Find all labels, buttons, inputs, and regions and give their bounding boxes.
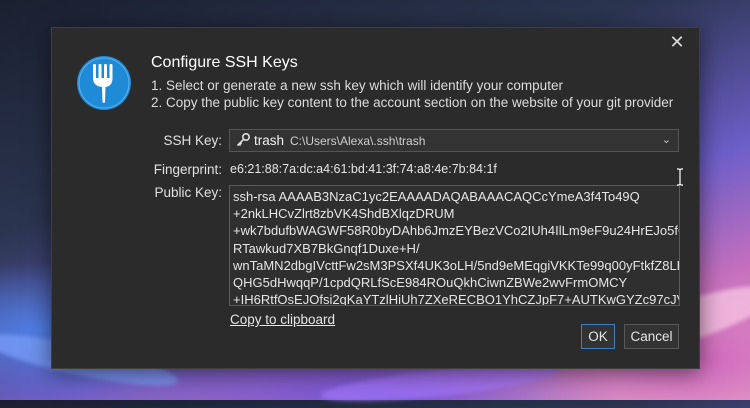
ssh-key-path: C:\Users\Alexa\.ssh\trash bbox=[290, 134, 426, 148]
instruction-step-2: 2. Copy the public key content to the ac… bbox=[151, 95, 674, 110]
public-key-line: +wk7bdufbWAGWF58R0byDAhb6JmzEYBezVCo2IUh… bbox=[233, 223, 680, 239]
instruction-step-1: 1. Select or generate a new ssh key whic… bbox=[151, 78, 563, 93]
public-key-textarea[interactable]: ssh-rsa AAAAB3NzaC1yc2EAAAADAQABAAACAQCc… bbox=[229, 185, 680, 306]
dialog-title: Configure SSH Keys bbox=[151, 54, 298, 71]
chevron-down-icon: ⌄ bbox=[661, 134, 671, 146]
fingerprint-value: e6:21:88:7a:dc:a4:61:bd:41:3f:74:a8:4e:7… bbox=[230, 162, 497, 176]
fingerprint-label: Fingerprint: bbox=[153, 162, 222, 177]
public-key-line: ssh-rsa AAAAB3NzaC1yc2EAAAADAQABAAACAQCc… bbox=[233, 189, 640, 204]
copy-to-clipboard-link[interactable]: Copy to clipboard bbox=[230, 312, 335, 327]
ssh-key-name: trash bbox=[254, 133, 285, 148]
public-key-line: +IH6RtfOsEJOfsi2qKaYTzlHiUh7ZXeRECBO1YhC… bbox=[233, 292, 680, 306]
public-key-label: Public Key: bbox=[154, 185, 222, 200]
ok-button[interactable]: OK bbox=[581, 324, 615, 349]
public-key-line: QHG5dHwqqP/1cpdQRLfScE984ROuQkhCiwnZBWe2… bbox=[233, 275, 628, 291]
configure-ssh-keys-dialog: ✕ Configure SSH Keys 1. Select or genera… bbox=[51, 27, 700, 369]
close-icon[interactable]: ✕ bbox=[669, 33, 685, 51]
app-logo-fork-icon bbox=[77, 56, 131, 110]
ssh-key-label: SSH Key: bbox=[163, 133, 222, 148]
key-icon bbox=[236, 132, 251, 147]
public-key-line: RTawkud7XB7BkGnqf1Duxe+H/ bbox=[233, 240, 420, 256]
ssh-key-select[interactable]: trash C:\Users\Alexa\.ssh\trash ⌄ bbox=[229, 129, 679, 152]
text-cursor-icon bbox=[677, 168, 683, 186]
public-key-line: +2nkLHCvZlrt8zbVK4ShdBXlqzDRUM bbox=[233, 206, 455, 222]
cancel-button[interactable]: Cancel bbox=[624, 324, 679, 349]
public-key-line: wnTaMN2dbgIVcttFw2sM3PSXf4UK3oLH/5nd9eME… bbox=[233, 257, 680, 273]
